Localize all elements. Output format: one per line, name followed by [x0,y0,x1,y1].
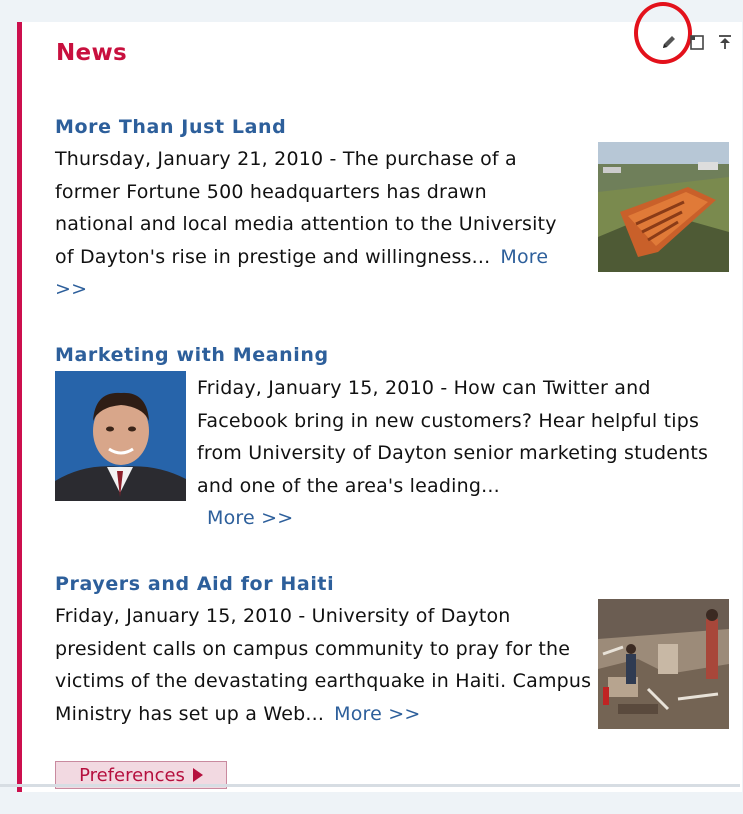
bottom-divider [0,784,740,787]
portlet-controls [660,28,734,56]
article-2-more-link[interactable]: More >> [207,507,293,529]
article-2-body: Friday, January 15, 2010 - How can Twitt… [197,377,709,497]
article-2-summary: Friday, January 15, 2010 - How can Twitt… [197,372,717,535]
article-3-body: Friday, January 15, 2010 - University of… [55,605,592,725]
preferences-label: Preferences [79,764,185,786]
restore-icon[interactable] [688,33,706,51]
play-arrow-icon [192,768,203,782]
edit-icon[interactable] [660,33,678,51]
article-1-headline[interactable]: More Than Just Land [55,116,286,138]
minimize-icon[interactable] [716,33,734,51]
article-1-summary: Thursday, January 21, 2010 - The purchas… [55,143,570,306]
article-1-body: Thursday, January 21, 2010 - The purchas… [55,148,557,268]
portlet-title: News [56,40,127,66]
article-1-thumbnail[interactable] [598,142,729,272]
news-portlet: News More Than Just Land Thursday, Janua… [17,2,742,792]
article-3-more-link[interactable]: More >> [334,703,420,725]
article-3-summary: Friday, January 15, 2010 - University of… [55,600,595,730]
article-3-thumbnail[interactable] [598,599,729,729]
article-2-headline[interactable]: Marketing with Meaning [55,344,329,366]
page-background: News More Than Just Land Thursday, Janua… [0,0,743,814]
article-2-thumbnail[interactable] [55,371,186,501]
article-3-headline[interactable]: Prayers and Aid for Haiti [55,573,334,595]
